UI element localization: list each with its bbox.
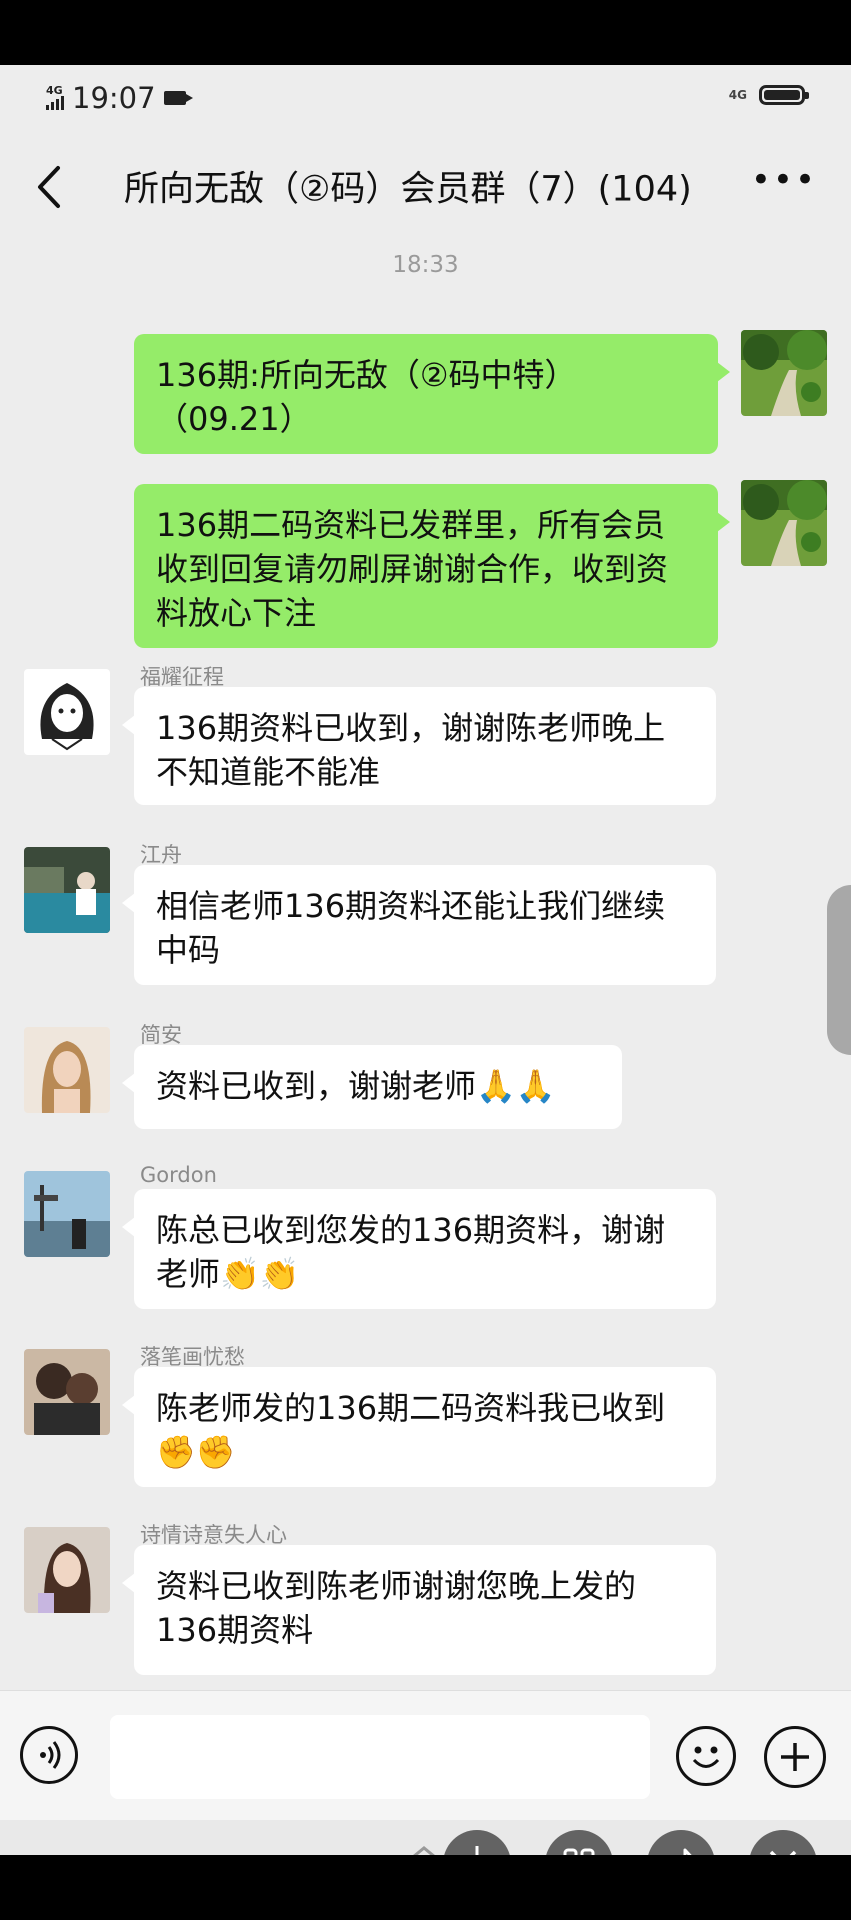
avatar[interactable] [24, 847, 110, 933]
fist-emoji-icon: ✊✊ [156, 1433, 236, 1471]
network-type: 4G [46, 84, 63, 97]
message-bubble[interactable]: 136期:所向无敌（②码中特）（09.21） [134, 334, 730, 454]
input-bar [0, 1690, 851, 1821]
pray-emoji-icon: 🙏🙏 [476, 1067, 556, 1105]
message-bubble[interactable]: 资料已收到，谢谢老师🙏🙏 [122, 1045, 622, 1129]
seaside-avatar-image [24, 1171, 110, 1257]
more-options-button[interactable]: ••• [751, 160, 817, 200]
avatar[interactable] [741, 480, 827, 566]
message-bubble[interactable]: 陈老师发的136期二码资料我已收到 ✊✊ [122, 1367, 716, 1487]
chat-header: 所向无敌（②码）会员群（7）(104) ••• [0, 130, 851, 250]
message-text: 资料已收到陈老师谢谢您晚上发的136期资料 [156, 1567, 637, 1649]
woman-avatar-image [24, 1527, 110, 1613]
message-input[interactable] [110, 1715, 650, 1799]
status-bar: 4G 19:07 4G [0, 65, 851, 130]
garden-avatar-image [741, 330, 827, 416]
message-text: 136期:所向无敌（②码中特）（09.21） [156, 356, 577, 438]
group-title: 所向无敌（②码）会员群（7）(104) [124, 169, 692, 210]
video-recording-icon [163, 91, 193, 105]
couple-avatar-image [24, 1349, 110, 1435]
message-text: 136期二码资料已发群里，所有会员收到回复请勿刷屏谢谢合作，收到资料放心下注 [156, 506, 669, 632]
message-text: 136期资料已收到，谢谢陈老师晚上不知道能不能准 [156, 709, 666, 791]
clapping-emoji-icon: 👏👏 [220, 1255, 300, 1293]
grid-icon[interactable] [545, 1830, 613, 1855]
battery-icon [759, 85, 809, 105]
avatar[interactable] [24, 1349, 110, 1435]
message-bubble[interactable]: 136期资料已收到，谢谢陈老师晚上不知道能不能准 [122, 687, 716, 805]
avatar[interactable] [24, 669, 110, 755]
sender-name: Gordon [140, 1163, 217, 1187]
message-bubble[interactable]: 资料已收到陈老师谢谢您晚上发的136期资料 [122, 1545, 716, 1675]
message-bubble[interactable]: 陈总已收到您发的136期资料，谢谢老师👏👏 [122, 1189, 716, 1309]
message-text: 陈老师发的136期二码资料我已收到 [156, 1389, 666, 1427]
close-icon[interactable] [749, 1830, 817, 1855]
clock: 19:07 [72, 81, 156, 115]
anime-girl-avatar-image [24, 669, 110, 755]
garden-avatar-image [741, 480, 827, 566]
avatar[interactable] [24, 1027, 110, 1113]
avatar[interactable] [24, 1171, 110, 1257]
message-text: 资料已收到，谢谢老师 [156, 1067, 477, 1105]
network-type-right: 4G [728, 88, 747, 102]
message-timestamp: 18:33 [392, 252, 459, 278]
portrait-avatar-image [24, 1027, 110, 1113]
edge-swipe-handle[interactable] [827, 885, 851, 1055]
system-nav-bar [0, 1820, 851, 1855]
message-bubble[interactable]: 136期二码资料已发群里，所有会员收到回复请勿刷屏谢谢合作，收到资料放心下注 [134, 484, 730, 648]
smiley-icon[interactable] [676, 1726, 736, 1786]
signal-icon: 4G [46, 84, 64, 110]
message-text: 相信老师136期资料还能让我们继续中码 [156, 887, 666, 969]
message-bubble[interactable]: 相信老师136期资料还能让我们继续中码 [122, 865, 716, 985]
plus-icon[interactable] [764, 1726, 826, 1788]
voice-icon[interactable] [20, 1726, 78, 1784]
share-icon[interactable] [647, 1830, 715, 1855]
avatar[interactable] [741, 330, 827, 416]
chat-screen: 4G 19:07 4G 所向无敌（②码）会员群（7）(104) ••• 18:3… [0, 65, 851, 1855]
back-chevron-icon[interactable] [30, 162, 70, 212]
pool-avatar-image [24, 847, 110, 933]
download-icon[interactable] [443, 1830, 511, 1855]
avatar[interactable] [24, 1527, 110, 1613]
